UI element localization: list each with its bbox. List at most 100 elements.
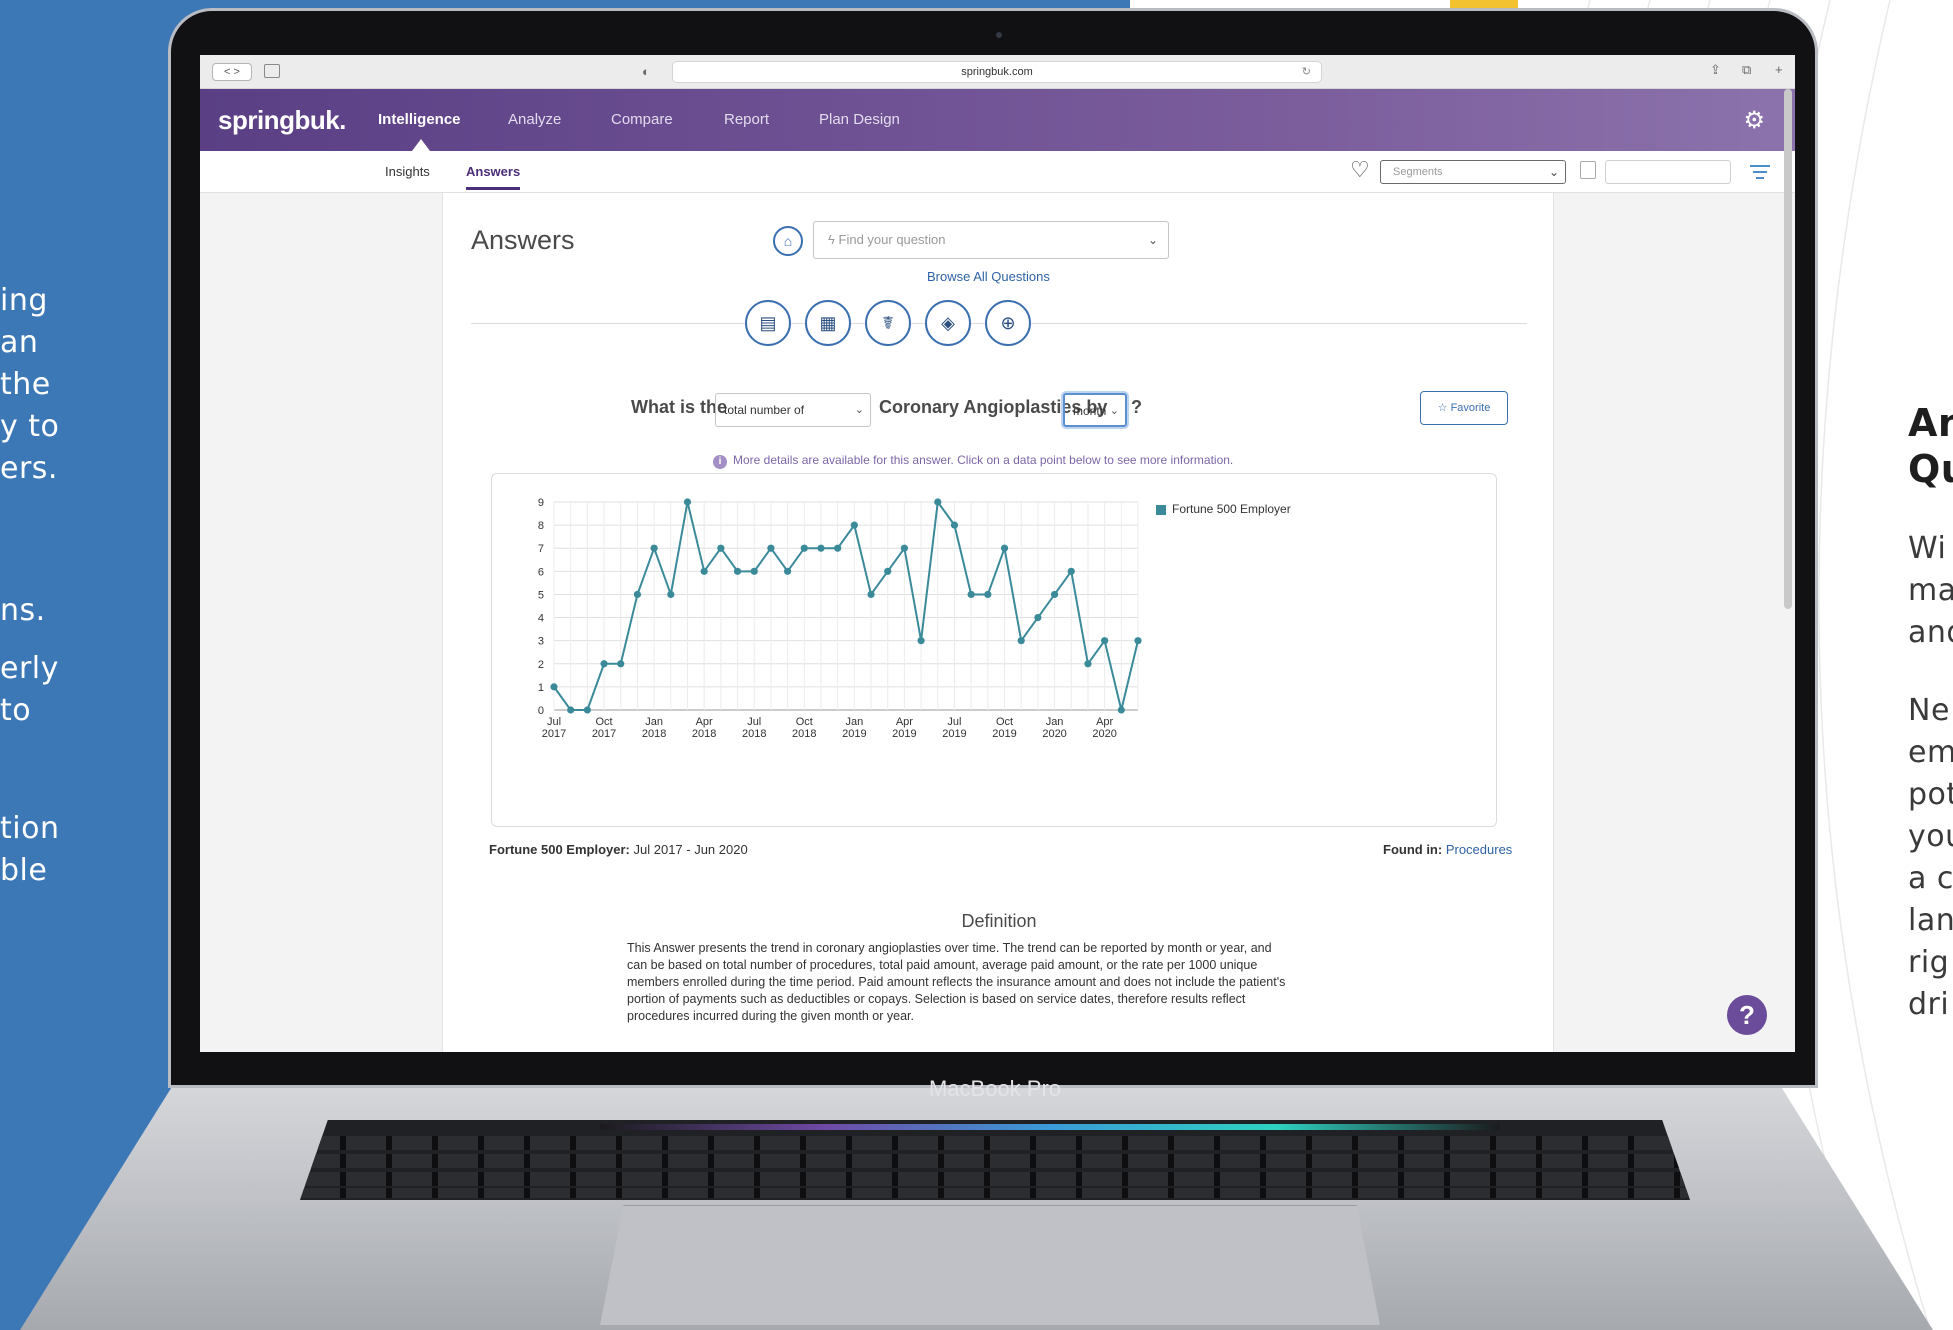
y-tick-label: 5 [538, 589, 544, 601]
monitor-report-icon[interactable]: ▦ [805, 300, 851, 346]
data-point[interactable] [934, 498, 942, 506]
touch-bar [600, 1124, 1500, 1130]
line-chart[interactable]: 0123456789Jul2017Oct2017Jan2018Apr2018Ju… [492, 474, 1498, 828]
y-tick-label: 3 [538, 636, 544, 648]
legend-swatch [1156, 504, 1166, 515]
active-nav-caret [412, 139, 430, 151]
question-search-select[interactable]: ϟ Find your question ⌄ [813, 221, 1169, 259]
browse-all-questions-link[interactable]: Browse All Questions [927, 269, 1050, 284]
address-bar[interactable]: springbuk.com ↻ [672, 61, 1322, 83]
filter-icon[interactable] [1750, 165, 1770, 183]
heart-icon[interactable]: ♡ [1350, 157, 1370, 183]
springbuk-logo[interactable]: springbuk. [218, 105, 346, 136]
favorite-button[interactable]: ☆ Favorite [1420, 391, 1508, 425]
data-point[interactable] [617, 660, 625, 668]
data-point[interactable] [717, 544, 725, 552]
sidebar-toggle-icon[interactable] [264, 64, 280, 78]
scrollbar[interactable] [1784, 89, 1792, 609]
data-point[interactable] [683, 498, 692, 506]
data-point[interactable] [567, 706, 575, 714]
data-point[interactable] [733, 567, 742, 575]
data-point[interactable] [1050, 590, 1059, 599]
keyboard [300, 1120, 1690, 1200]
tabs-overview-icon[interactable]: ⧉ [1742, 62, 1751, 78]
data-point[interactable] [1000, 544, 1009, 552]
x-tick-label: 2019 [892, 728, 916, 740]
privacy-shield-icon[interactable]: ◐ [642, 64, 650, 79]
tab-insights[interactable]: Insights [385, 164, 430, 179]
data-point[interactable] [750, 567, 758, 575]
search-placeholder: Find your question [838, 232, 946, 247]
data-point[interactable] [550, 683, 558, 691]
chevron-down-icon: ⌄ [854, 404, 864, 416]
data-point[interactable] [884, 567, 892, 575]
data-point[interactable] [984, 590, 992, 599]
data-point[interactable] [650, 544, 658, 552]
tab-answers[interactable]: Answers [466, 164, 521, 190]
left-copy-2: ns. [0, 593, 46, 628]
y-tick-label: 6 [538, 566, 544, 578]
y-tick-label: 0 [538, 705, 544, 717]
pill-icon[interactable]: ◈ [925, 300, 971, 346]
data-point[interactable] [817, 544, 825, 552]
page-title: Answers [471, 225, 575, 255]
home-icon[interactable]: ⌂ [773, 226, 803, 256]
data-point[interactable] [1017, 637, 1025, 645]
data-point[interactable] [767, 544, 775, 552]
data-point[interactable] [1134, 637, 1142, 645]
data-point[interactable] [784, 567, 792, 575]
data-point[interactable] [867, 590, 875, 599]
calendar-icon[interactable] [1580, 161, 1596, 179]
y-tick-label: 1 [538, 682, 544, 694]
x-tick-label: 2018 [792, 728, 816, 740]
reload-icon[interactable]: ↻ [1302, 62, 1311, 83]
x-tick-label: 2019 [942, 728, 966, 740]
data-point[interactable] [950, 521, 959, 529]
clipboard-add-icon[interactable]: ⊕ [985, 300, 1031, 346]
nav-analyze[interactable]: Analyze [508, 111, 561, 128]
back-forward-buttons[interactable]: < > [212, 63, 252, 81]
x-tick-label: Jan [645, 716, 663, 728]
data-point[interactable] [1117, 706, 1125, 714]
x-tick-label: Apr [896, 716, 913, 728]
share-icon[interactable]: ⇪ [1710, 62, 1721, 78]
nav-compare[interactable]: Compare [611, 111, 673, 128]
data-point[interactable] [633, 590, 642, 599]
help-button[interactable]: ? [1727, 995, 1767, 1035]
data-point[interactable] [900, 544, 908, 552]
stethoscope-icon[interactable]: ☤ [865, 300, 911, 346]
nav-plan-design[interactable]: Plan Design [819, 111, 900, 128]
answers-card: Answers ⌂ ϟ Find your question ⌄ Browse … [442, 193, 1554, 1052]
measure-select[interactable]: total number of ⌄ [715, 393, 871, 427]
chevron-down-icon: ⌄ [1147, 233, 1158, 247]
data-point[interactable] [1084, 660, 1092, 668]
x-tick-label: 2018 [692, 728, 716, 740]
data-point[interactable] [600, 660, 608, 668]
data-point[interactable] [667, 590, 675, 599]
data-point[interactable] [700, 567, 708, 575]
data-point[interactable] [1034, 613, 1042, 622]
data-point[interactable] [1101, 637, 1109, 645]
x-tick-label: 2020 [1092, 728, 1116, 740]
data-point[interactable] [583, 706, 591, 714]
nav-report[interactable]: Report [724, 111, 769, 128]
chart-legend[interactable]: Fortune 500 Employer [1156, 502, 1291, 516]
data-point[interactable] [834, 544, 842, 552]
procedures-link[interactable]: Procedures [1446, 842, 1512, 857]
data-point[interactable] [917, 637, 925, 645]
left-copy-3: erly to [0, 651, 59, 728]
financial-report-icon[interactable]: ▤ [745, 300, 791, 346]
data-point[interactable] [1067, 567, 1075, 575]
segments-select[interactable]: Segments ⌄ [1380, 160, 1566, 184]
definition-title: Definition [961, 911, 1037, 931]
date-range-input[interactable] [1605, 160, 1731, 184]
data-point[interactable] [850, 521, 858, 529]
data-point[interactable] [967, 590, 975, 599]
nav-intelligence[interactable]: Intelligence [378, 111, 461, 128]
new-tab-icon[interactable]: + [1775, 62, 1783, 77]
data-point[interactable] [800, 544, 808, 552]
period-select[interactable]: month ⌄ [1063, 393, 1127, 427]
gear-icon[interactable]: ⚙ [1743, 106, 1765, 135]
date-range-label: Fortune 500 Employer: Jul 2017 - Jun 202… [489, 842, 748, 857]
info-note: i More details are available for this ans… [713, 453, 1233, 469]
